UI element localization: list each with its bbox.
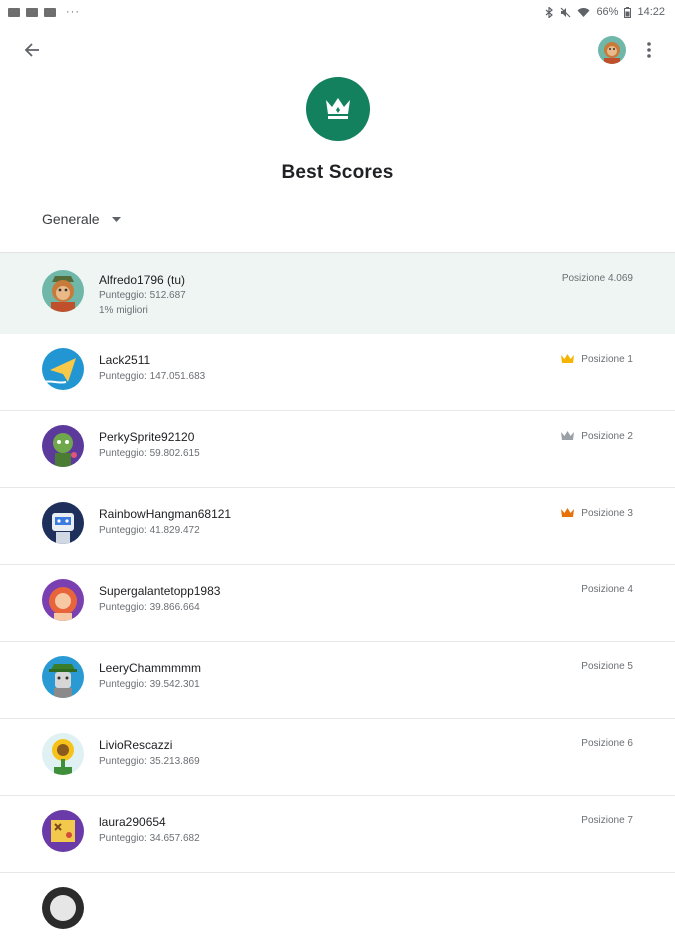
- player-percentile: 1% migliori: [99, 305, 148, 316]
- leaderboard-badge: [306, 77, 370, 141]
- list-item[interactable]: RainbowHangman68121 Punteggio: 41.829.47…: [0, 488, 675, 565]
- crown-icon: [326, 98, 350, 119]
- status-bar-notifications: ···: [8, 6, 80, 18]
- clock: 14:22: [637, 6, 665, 18]
- avatar: [42, 348, 84, 390]
- player-score: Punteggio: 512.687: [99, 290, 186, 301]
- avatar-monkey-icon: [42, 270, 84, 312]
- bluetooth-icon: [546, 6, 554, 18]
- entry-score: Punteggio: 34.657.682: [99, 833, 200, 844]
- entry-name: PerkySprite92120: [99, 430, 195, 444]
- entry-position: Posizione 4: [581, 584, 633, 595]
- avatar: [42, 579, 84, 621]
- avatar-map-icon: [42, 810, 84, 852]
- position-label: Posizione 5: [581, 661, 633, 672]
- position-label: Posizione 4.069: [561, 273, 633, 284]
- avatar: [42, 270, 84, 312]
- gold-crown-icon: [561, 354, 575, 363]
- avatar: [42, 425, 84, 467]
- current-player-row[interactable]: Alfredo1796 (tu) Punteggio: 512.687 1% m…: [0, 253, 675, 334]
- entry-position: Posizione 7: [581, 815, 633, 826]
- list-item[interactable]: laura290654 Punteggio: 34.657.682 Posizi…: [0, 796, 675, 873]
- entry-score: Punteggio: 41.829.472: [99, 525, 200, 536]
- avatar-placeholder-icon: [42, 887, 84, 929]
- leaderboard-list: Alfredo1796 (tu) Punteggio: 512.687 1% m…: [0, 253, 675, 950]
- entry-score: Punteggio: 147.051.683: [99, 371, 206, 382]
- avatar-girl-icon: [42, 579, 84, 621]
- entry-position: Posizione 3: [560, 507, 633, 519]
- bronze-crown-icon: [561, 508, 575, 517]
- position-label: Posizione 2: [581, 430, 633, 442]
- more-options-button[interactable]: [638, 36, 660, 64]
- more-notifications-indicator: ···: [66, 6, 80, 18]
- list-item-partial[interactable]: [0, 873, 675, 950]
- avatar-robot-icon: [42, 502, 84, 544]
- back-button[interactable]: [18, 36, 46, 64]
- position-label: Posizione 4: [581, 584, 633, 595]
- avatar: [42, 656, 84, 698]
- page-title: Best Scores: [281, 162, 394, 183]
- avatar: [42, 887, 84, 929]
- entry-name: Supergalantetopp1983: [99, 584, 221, 598]
- profile-avatar-button[interactable]: [598, 36, 626, 64]
- media-notification-icon: [44, 7, 56, 17]
- leaderboard-filter-dropdown[interactable]: Generale: [42, 209, 121, 229]
- battery-icon: [624, 6, 632, 18]
- status-bar-system: 66% 14:22: [545, 6, 665, 18]
- entry-score: Punteggio: 39.542.301: [99, 679, 200, 690]
- position-label: Posizione 3: [581, 507, 633, 519]
- wifi-icon: [577, 7, 590, 17]
- list-item[interactable]: Lack2511 Punteggio: 147.051.683 Posizion…: [0, 334, 675, 411]
- entry-name: Lack2511: [99, 353, 151, 367]
- avatar: [42, 733, 84, 775]
- position-label: Posizione 6: [581, 738, 633, 749]
- avatar-adventurer-icon: [42, 656, 84, 698]
- list-item[interactable]: LeeryChammmmm Punteggio: 39.542.301 Posi…: [0, 642, 675, 719]
- entry-name: laura290654: [99, 815, 166, 829]
- avatar-sunflower-icon: [42, 733, 84, 775]
- filter-label: Generale: [42, 211, 100, 227]
- entry-position: Posizione 6: [581, 738, 633, 749]
- avatar: [42, 502, 84, 544]
- arrow-back-icon: [24, 43, 39, 57]
- entry-name: LivioRescazzi: [99, 738, 173, 752]
- entry-position: Posizione 5: [581, 661, 633, 672]
- silver-crown-icon: [561, 431, 575, 440]
- entry-position: Posizione 1: [560, 353, 633, 365]
- position-label: Posizione 7: [581, 815, 633, 826]
- avatar-zombie-icon: [42, 425, 84, 467]
- list-item[interactable]: Supergalantetopp1983 Punteggio: 39.866.6…: [0, 565, 675, 642]
- image-notification-icon: [8, 7, 20, 17]
- avatar-paper-plane-icon: [42, 348, 84, 390]
- more-vert-icon: [647, 42, 651, 58]
- avatar: [42, 810, 84, 852]
- position-label: Posizione 1: [581, 353, 633, 365]
- entry-name: RainbowHangman68121: [99, 507, 232, 521]
- news-notification-icon: [26, 7, 38, 17]
- status-bar: ··· 66% 14:22: [0, 0, 675, 24]
- player-name: Alfredo1796 (tu): [99, 273, 186, 287]
- entry-score: Punteggio: 35.213.869: [99, 756, 200, 767]
- entry-score: Punteggio: 59.802.615: [99, 448, 200, 459]
- player-position: Posizione 4.069: [562, 273, 633, 284]
- dropdown-arrow-icon: [111, 216, 121, 222]
- mute-icon: [561, 7, 571, 17]
- battery-percent: 66%: [596, 6, 619, 18]
- entry-name: LeeryChammmmm: [99, 661, 202, 675]
- entry-score: Punteggio: 39.866.664: [99, 602, 200, 613]
- app-bar: [0, 24, 675, 76]
- avatar-monkey-icon: [598, 36, 626, 64]
- list-item[interactable]: PerkySprite92120 Punteggio: 59.802.615 P…: [0, 411, 675, 488]
- entry-position: Posizione 2: [560, 430, 633, 442]
- list-item[interactable]: LivioRescazzi Punteggio: 35.213.869 Posi…: [0, 719, 675, 796]
